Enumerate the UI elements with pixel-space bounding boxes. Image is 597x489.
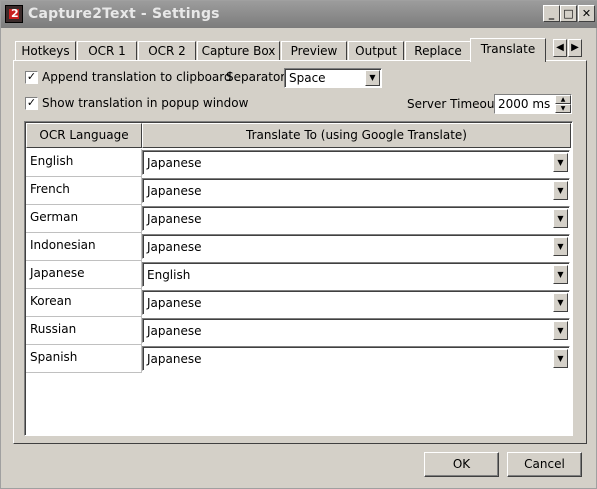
tab-scroll-left-icon[interactable]: ◀ — [553, 39, 567, 57]
translate-to-select[interactable]: Japanese ▼ — [142, 234, 570, 259]
title-bar[interactable]: Capture2Text - Settings _ □ ✕ — [1, 1, 597, 28]
chevron-down-icon[interactable]: ▼ — [553, 153, 568, 172]
table-row: Indonesian Japanese ▼ — [26, 233, 571, 261]
translation-table: OCR Language Translate To (using Google … — [24, 121, 573, 436]
chevron-down-icon[interactable]: ▼ — [553, 265, 568, 284]
translate-to-select[interactable]: Japanese ▼ — [142, 318, 570, 343]
tab-hotkeys[interactable]: Hotkeys — [15, 41, 76, 61]
translate-to-value: Japanese — [147, 324, 202, 338]
translate-to-select[interactable]: Japanese ▼ — [142, 206, 570, 231]
tab-ocr-1[interactable]: OCR 1 — [77, 41, 137, 61]
chevron-down-icon[interactable]: ▼ — [553, 321, 568, 340]
translate-to-select[interactable]: English ▼ — [142, 262, 570, 287]
spin-down-icon[interactable]: ▼ — [555, 104, 571, 113]
separator-select[interactable]: Space ▼ — [284, 68, 382, 88]
separator-value: Space — [289, 71, 326, 85]
translate-to-select[interactable]: Japanese ▼ — [142, 178, 570, 203]
tab-scroll-right-icon[interactable]: ▶ — [568, 39, 582, 57]
table-row: Spanish Japanese ▼ — [26, 345, 571, 373]
row-language: Spanish — [26, 345, 142, 373]
column-header-translate-to[interactable]: Translate To (using Google Translate) — [142, 123, 571, 148]
window-title: Capture2Text - Settings — [28, 6, 220, 22]
spin-up-icon[interactable]: ▲ — [555, 95, 571, 104]
translate-to-value: Japanese — [147, 156, 202, 170]
minimize-button[interactable]: _ — [543, 5, 560, 22]
server-timeout-value: 2000 ms — [498, 97, 551, 111]
tab-capture-box[interactable]: Capture Box — [197, 41, 280, 61]
translate-to-value: Japanese — [147, 184, 202, 198]
chevron-down-icon[interactable]: ▼ — [553, 209, 568, 228]
row-language: Japanese — [26, 261, 142, 289]
cancel-button[interactable]: Cancel — [507, 452, 582, 477]
row-language: Indonesian — [26, 233, 142, 261]
column-header-ocr-language[interactable]: OCR Language — [26, 123, 142, 148]
show-popup-label[interactable]: Show translation in popup window — [42, 96, 248, 110]
table-row: Russian Japanese ▼ — [26, 317, 571, 345]
chevron-down-icon[interactable]: ▼ — [553, 293, 568, 312]
translate-to-value: English — [147, 268, 191, 282]
separator-label: Separator: — [226, 70, 290, 84]
row-language: German — [26, 205, 142, 233]
table-row: French Japanese ▼ — [26, 177, 571, 205]
table-row: Korean Japanese ▼ — [26, 289, 571, 317]
translate-to-select[interactable]: Japanese ▼ — [142, 290, 570, 315]
table-row: German Japanese ▼ — [26, 205, 571, 233]
translate-to-value: Japanese — [147, 296, 202, 310]
tab-preview[interactable]: Preview — [281, 41, 347, 61]
settings-window: Capture2Text - Settings _ □ ✕ Hotkeys OC… — [0, 0, 597, 489]
tab-ocr-2[interactable]: OCR 2 — [138, 41, 196, 61]
tab-output[interactable]: Output — [348, 41, 404, 61]
ok-button[interactable]: OK — [424, 452, 499, 477]
table-row: English Japanese ▼ — [26, 149, 571, 177]
row-language: French — [26, 177, 142, 205]
chevron-down-icon[interactable]: ▼ — [553, 237, 568, 256]
tab-replace[interactable]: Replace — [405, 41, 471, 61]
translate-to-value: Japanese — [147, 240, 202, 254]
chevron-down-icon[interactable]: ▼ — [365, 70, 380, 86]
translate-to-select[interactable]: Japanese ▼ — [142, 346, 570, 371]
show-popup-checkbox[interactable]: ✓ — [25, 97, 38, 110]
chevron-down-icon[interactable]: ▼ — [553, 181, 568, 200]
translate-to-value: Japanese — [147, 212, 202, 226]
translate-to-value: Japanese — [147, 352, 202, 366]
row-language: English — [26, 149, 142, 177]
append-translation-label[interactable]: Append translation to clipboard — [42, 70, 232, 84]
row-language: Korean — [26, 289, 142, 317]
close-button[interactable]: ✕ — [578, 5, 595, 22]
append-translation-checkbox[interactable]: ✓ — [25, 71, 38, 84]
server-timeout-spinbox[interactable]: 2000 ms ▲ ▼ — [494, 94, 572, 114]
row-language: Russian — [26, 317, 142, 345]
translate-to-select[interactable]: Japanese ▼ — [142, 150, 570, 175]
table-row: Japanese English ▼ — [26, 261, 571, 289]
maximize-button[interactable]: □ — [560, 5, 577, 22]
server-timeout-label: Server Timeout: — [407, 97, 504, 111]
tab-translate[interactable]: Translate — [470, 38, 546, 62]
chevron-down-icon[interactable]: ▼ — [553, 349, 568, 368]
app-icon — [5, 5, 23, 23]
